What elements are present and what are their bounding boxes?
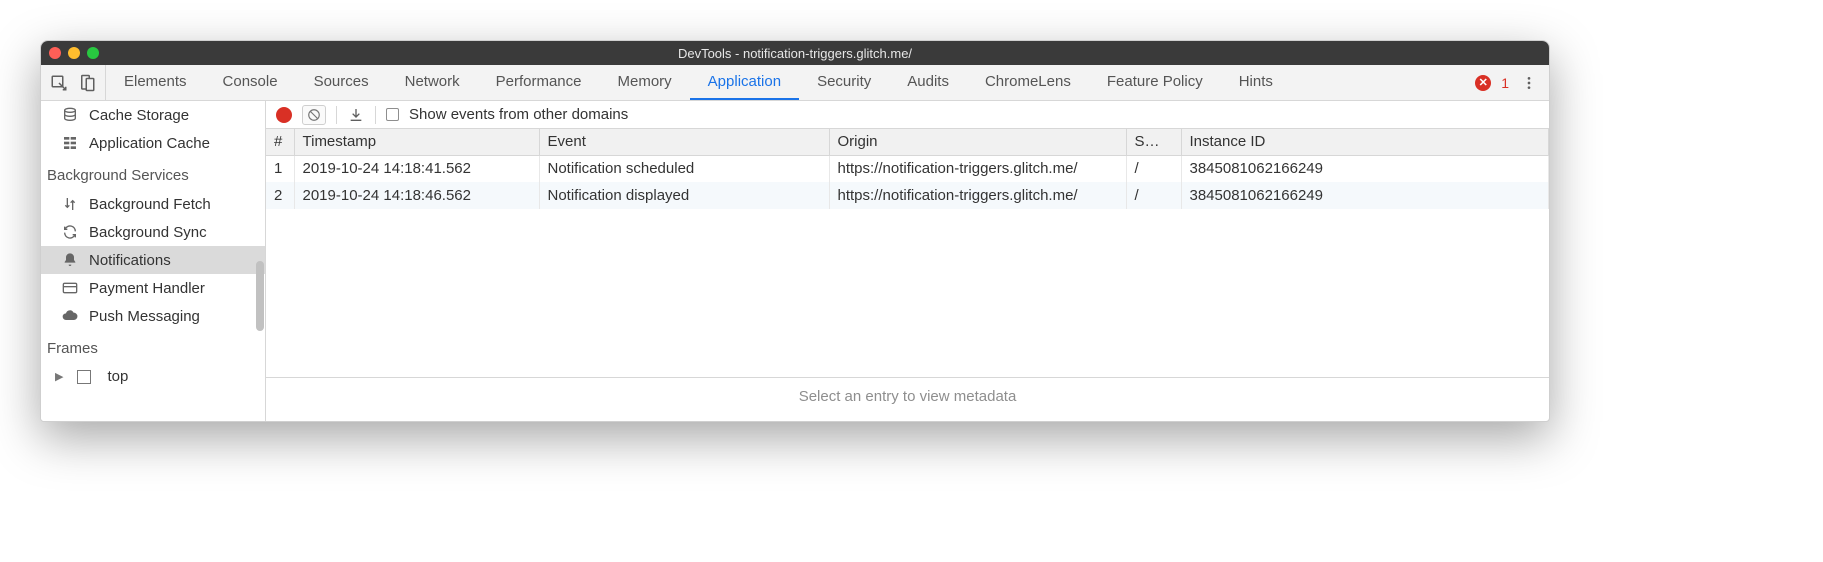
traffic-lights (49, 47, 99, 59)
sidebar-item-bg-fetch[interactable]: Background Fetch (41, 190, 265, 218)
events-table: # Timestamp Event Origin SW … Instance I… (266, 129, 1549, 209)
sidebar-item-frame-top[interactable]: ▶ top (41, 363, 265, 390)
col-origin[interactable]: Origin (829, 129, 1126, 155)
tabs: Elements Console Sources Network Perform… (106, 65, 1291, 100)
database-icon (61, 106, 79, 124)
sidebar-item-label: Payment Handler (89, 280, 205, 297)
scrollbar-thumb[interactable] (256, 261, 264, 331)
sidebar-item-label: Push Messaging (89, 308, 200, 325)
cell-n: 1 (266, 155, 294, 182)
tab-elements[interactable]: Elements (106, 65, 205, 100)
table-row[interactable]: 2 2019-10-24 14:18:46.562 Notification d… (266, 182, 1549, 209)
events-table-wrap: # Timestamp Event Origin SW … Instance I… (266, 129, 1549, 377)
sidebar-item-label: Background Sync (89, 224, 207, 241)
cell-id: 3845081062166249 (1181, 182, 1549, 209)
devtools-window: DevTools - notification-triggers.glitch.… (40, 40, 1550, 422)
frame-icon (77, 370, 91, 384)
sync-icon (61, 223, 79, 241)
sidebar-item-label: Background Fetch (89, 196, 211, 213)
sidebar-item-label: Application Cache (89, 135, 210, 152)
tab-hints[interactable]: Hints (1221, 65, 1291, 100)
cell-origin: https://notification-triggers.glitch.me/ (829, 155, 1126, 182)
events-toolbar: Show events from other domains (266, 101, 1549, 129)
metadata-hint: Select an entry to view metadata (266, 377, 1549, 421)
sidebar-item-push-messaging[interactable]: Push Messaging (41, 302, 265, 330)
download-icon[interactable] (347, 106, 365, 124)
tab-security[interactable]: Security (799, 65, 889, 100)
error-count[interactable]: 1 (1501, 75, 1509, 91)
sidebar-item-label: Cache Storage (89, 107, 189, 124)
tab-chromelens[interactable]: ChromeLens (967, 65, 1089, 100)
sidebar-item-cache-storage[interactable]: Cache Storage (41, 101, 265, 129)
sidebar-item-notifications[interactable]: Notifications (41, 246, 265, 274)
table-body: 1 2019-10-24 14:18:41.562 Notification s… (266, 155, 1549, 209)
panel-body: Cache Storage Application Cache Backgrou… (41, 101, 1549, 421)
bell-icon (61, 251, 79, 269)
cell-id: 3845081062166249 (1181, 155, 1549, 182)
application-sidebar: Cache Storage Application Cache Backgrou… (41, 101, 266, 421)
grid-icon (61, 134, 79, 152)
sidebar-item-bg-sync[interactable]: Background Sync (41, 218, 265, 246)
cell-sw: / (1126, 182, 1181, 209)
clear-button[interactable] (302, 105, 326, 125)
table-row[interactable]: 1 2019-10-24 14:18:41.562 Notification s… (266, 155, 1549, 182)
col-sw-scope[interactable]: SW … (1126, 129, 1181, 155)
cell-timestamp: 2019-10-24 14:18:41.562 (294, 155, 539, 182)
sidebar-item-app-cache[interactable]: Application Cache (41, 129, 265, 157)
sidebar-section-frames: Frames (41, 330, 265, 363)
col-instance-id[interactable]: Instance ID (1181, 129, 1549, 155)
record-button[interactable] (276, 107, 292, 123)
titlebar: DevTools - notification-triggers.glitch.… (41, 41, 1549, 65)
sidebar-item-label: top (107, 368, 128, 385)
divider (375, 106, 376, 124)
col-event[interactable]: Event (539, 129, 829, 155)
cell-origin: https://notification-triggers.glitch.me/ (829, 182, 1126, 209)
cell-n: 2 (266, 182, 294, 209)
tab-feature-policy[interactable]: Feature Policy (1089, 65, 1221, 100)
tab-audits[interactable]: Audits (889, 65, 967, 100)
zoom-icon[interactable] (87, 47, 99, 59)
main-panel: Show events from other domains # Timesta… (266, 101, 1549, 421)
tab-sources[interactable]: Sources (296, 65, 387, 100)
device-toggle-icon[interactable] (77, 73, 97, 93)
tab-performance[interactable]: Performance (478, 65, 600, 100)
divider (336, 106, 337, 124)
show-other-domains-checkbox[interactable] (386, 108, 399, 121)
cell-sw: / (1126, 155, 1181, 182)
minimize-icon[interactable] (68, 47, 80, 59)
show-other-domains-label: Show events from other domains (409, 106, 628, 123)
close-icon[interactable] (49, 47, 61, 59)
table-header-row: # Timestamp Event Origin SW … Instance I… (266, 129, 1549, 155)
swap-vertical-icon (61, 195, 79, 213)
sidebar-section-bg-services: Background Services (41, 157, 265, 190)
tab-memory[interactable]: Memory (600, 65, 690, 100)
tab-application[interactable]: Application (690, 65, 799, 100)
tabbar-left-tools (41, 65, 106, 100)
window-title: DevTools - notification-triggers.glitch.… (41, 46, 1549, 61)
inspect-icon[interactable] (49, 73, 69, 93)
error-badge-icon[interactable]: ✕ (1475, 75, 1491, 91)
tab-network[interactable]: Network (387, 65, 478, 100)
cell-event: Notification scheduled (539, 155, 829, 182)
cloud-icon (61, 307, 79, 325)
col-timestamp[interactable]: Timestamp (294, 129, 539, 155)
tab-console[interactable]: Console (205, 65, 296, 100)
tabbar: Elements Console Sources Network Perform… (41, 65, 1549, 101)
sidebar-item-label: Notifications (89, 252, 171, 269)
cell-event: Notification displayed (539, 182, 829, 209)
sidebar-item-payment-handler[interactable]: Payment Handler (41, 274, 265, 302)
more-menu-icon[interactable] (1519, 73, 1539, 93)
tabbar-right: ✕ 1 (1475, 73, 1549, 93)
col-n[interactable]: # (266, 129, 294, 155)
cell-timestamp: 2019-10-24 14:18:46.562 (294, 182, 539, 209)
caret-right-icon[interactable]: ▶ (55, 370, 63, 383)
credit-card-icon (61, 279, 79, 297)
